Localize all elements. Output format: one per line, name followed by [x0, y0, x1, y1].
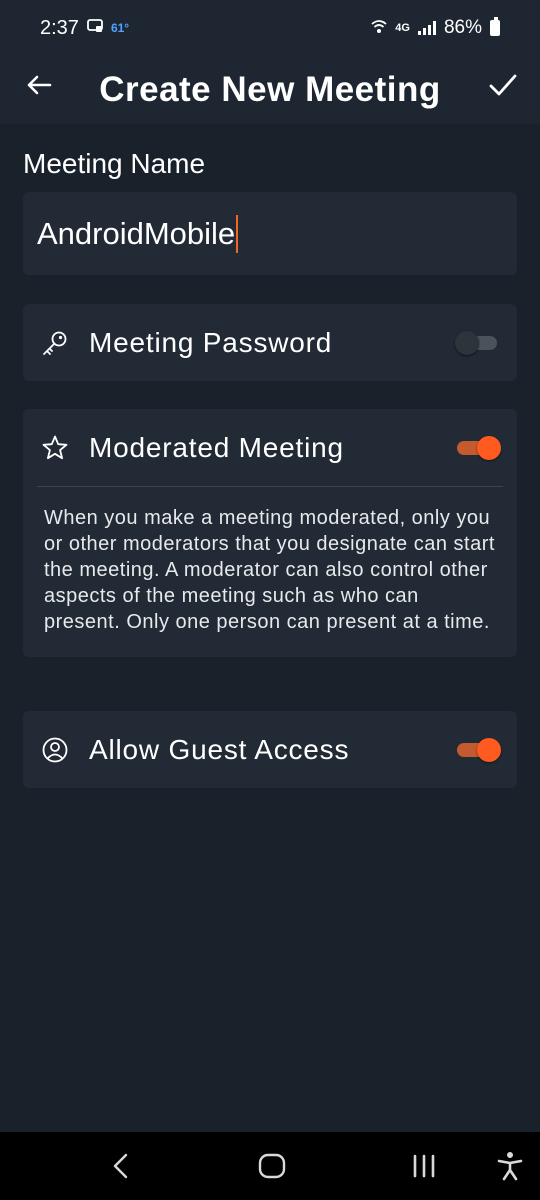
guest-access-toggle[interactable] [455, 735, 501, 765]
moderated-meeting-toggle[interactable] [455, 433, 501, 463]
wifi-icon [371, 18, 387, 39]
meeting-password-toggle[interactable] [455, 328, 501, 358]
star-icon [41, 434, 69, 462]
page-title: Create New Meeting [99, 70, 441, 109]
moderated-meeting-row[interactable]: Moderated Meeting [23, 409, 517, 486]
accessibility-icon[interactable] [493, 1149, 527, 1183]
meeting-password-card: Meeting Password [23, 304, 517, 381]
meeting-name-value: AndroidMobile [37, 215, 236, 251]
moderated-meeting-label: Moderated Meeting [89, 431, 344, 463]
meeting-name-label: Meeting Name [23, 148, 206, 179]
nav-back-icon[interactable] [104, 1149, 138, 1183]
text-cursor [236, 214, 239, 253]
battery-icon [490, 17, 500, 36]
status-bar: 2:37 61° 4G 86% [0, 0, 540, 56]
status-left: 2:37 61° [40, 17, 129, 40]
signal-icon [417, 21, 436, 35]
nav-home-icon[interactable] [255, 1149, 289, 1183]
toggle-thumb [477, 435, 501, 460]
status-temperature: 61° [110, 21, 130, 35]
moderated-meeting-description: When you make a meeting moderated, only … [44, 507, 495, 633]
app-bar: Create New Meeting [0, 56, 540, 124]
battery-percent: 86% [443, 17, 482, 38]
guest-access-card: Allow Guest Access [23, 711, 517, 788]
meeting-password-row[interactable]: Meeting Password [23, 304, 517, 381]
cast-icon [87, 18, 103, 38]
status-right: 4G 86% [371, 17, 500, 39]
system-nav-bar [0, 1132, 540, 1200]
save-checkmark-icon[interactable] [488, 70, 518, 100]
toggle-thumb [455, 330, 479, 355]
back-arrow-icon[interactable] [24, 70, 54, 100]
meeting-name-input[interactable]: AndroidMobile [23, 192, 517, 275]
meeting-password-label: Meeting Password [89, 326, 333, 358]
guest-access-label: Allow Guest Access [89, 733, 350, 765]
person-circle-icon [41, 736, 69, 764]
guest-access-row[interactable]: Allow Guest Access [23, 711, 517, 788]
nav-recents-icon[interactable] [407, 1149, 441, 1183]
toggle-thumb [477, 737, 501, 762]
moderated-meeting-card: Moderated Meeting When you make a meetin… [23, 409, 517, 657]
network-type: 4G [395, 22, 410, 34]
key-icon [41, 329, 69, 357]
status-time: 2:37 [40, 16, 79, 39]
